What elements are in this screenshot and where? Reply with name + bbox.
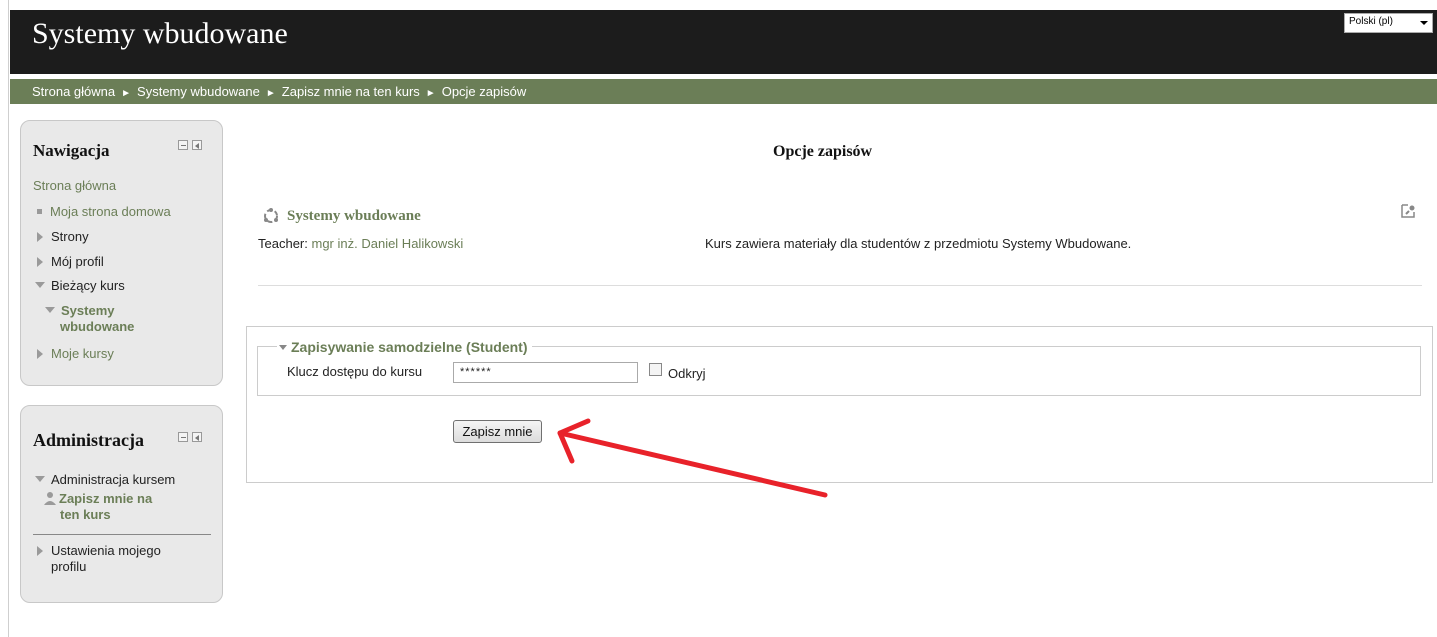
course-teacher: Teacher: mgr inż. Daniel Halikowski — [258, 236, 463, 251]
dock-icon[interactable] — [192, 140, 202, 150]
expand-icon — [37, 257, 43, 267]
expand-icon — [37, 349, 43, 359]
reveal-label[interactable]: Odkryj — [668, 366, 706, 381]
navigation-block: Nawigacja Strona główna Moja strona domo… — [20, 120, 223, 386]
bullet-icon — [37, 209, 42, 214]
breadcrumb-separator: ► — [121, 88, 132, 99]
collapse-icon[interactable] — [178, 140, 188, 150]
enrol-key-label: Klucz dostępu do kursu — [287, 364, 423, 379]
dock-icon[interactable] — [192, 432, 202, 442]
breadcrumb-separator: ► — [265, 88, 276, 99]
collapse-icon[interactable] — [178, 432, 188, 442]
nav-item-current-course[interactable]: Bieżący kurs — [33, 278, 125, 294]
nav-item-label: Mój profil — [51, 254, 104, 269]
reveal-checkbox[interactable] — [649, 363, 662, 376]
navigation-block-title: Nawigacja — [33, 141, 110, 160]
collapse-arrow-icon — [45, 307, 55, 313]
course-name-link[interactable]: Systemy wbudowane — [287, 208, 421, 225]
user-icon — [44, 492, 56, 505]
expand-icon — [37, 546, 43, 556]
site-title[interactable]: Systemy wbudowane — [32, 17, 288, 51]
collapse-arrow-icon — [279, 345, 287, 350]
annotation-arrow — [557, 418, 828, 498]
breadcrumb-item-enrol[interactable]: Zapisz mnie na ten kurs — [282, 84, 420, 99]
nav-item-my-courses[interactable]: Moje kursy — [33, 346, 114, 362]
language-select[interactable]: Polski (pl) — [1344, 13, 1433, 33]
enrol-me-button[interactable]: Zapisz mnie — [453, 420, 542, 443]
teacher-label: Teacher: — [258, 236, 308, 251]
nav-item-course-line2[interactable]: wbudowane — [60, 319, 134, 335]
language-select-value: Polski (pl) — [1349, 16, 1393, 27]
breadcrumb-item-course[interactable]: Systemy wbudowane — [137, 84, 260, 99]
page-title: Opcje zapisów — [773, 143, 873, 160]
enrol-key-input[interactable]: ****** — [453, 362, 638, 383]
nav-item-label: Bieżący kurs — [51, 278, 125, 293]
nav-home-link[interactable]: Strona główna — [33, 178, 116, 194]
nav-item-label: Moja strona domowa — [50, 204, 171, 219]
admin-item-profile-settings[interactable]: Ustawienia mojego — [33, 543, 161, 559]
admin-item-label: Administracja kursem — [51, 472, 176, 487]
legend-label: Zapisywanie samodzielne (Student) — [291, 339, 528, 355]
chevron-down-icon — [1420, 21, 1428, 25]
block-divider — [33, 534, 211, 535]
breadcrumb-item-home[interactable]: Strona główna — [32, 84, 115, 99]
administration-block-title: Administracja — [33, 430, 144, 450]
admin-item-label: Ustawienia mojego — [51, 543, 161, 558]
page-header: Systemy wbudowane Polski (pl) — [10, 10, 1437, 74]
nav-item-label: Strony — [51, 229, 89, 244]
course-summary: Kurs zawiera materiały dla studentów z p… — [705, 236, 1132, 251]
collapse-arrow-icon — [35, 476, 45, 482]
content-divider — [258, 285, 1422, 286]
nav-item-label: Moje kursy — [51, 346, 114, 361]
nav-item-course[interactable]: Systemy — [43, 303, 114, 319]
collapse-arrow-icon — [35, 282, 45, 288]
nav-item-pages[interactable]: Strony — [33, 229, 89, 245]
admin-item-enrol-me-line2[interactable]: ten kurs — [60, 507, 111, 523]
teacher-link[interactable]: mgr inż. Daniel Halikowski — [312, 236, 464, 251]
nav-item-my-profile[interactable]: Mój profil — [33, 254, 104, 270]
admin-item-enrol-me[interactable]: Zapisz mnie na — [43, 491, 152, 507]
breadcrumb-item-current: Opcje zapisów — [441, 84, 527, 99]
admin-item-course-admin[interactable]: Administracja kursem — [33, 472, 175, 488]
page-left-border — [8, 0, 9, 637]
breadcrumb-separator: ► — [425, 88, 436, 99]
edit-settings-icon[interactable] — [1400, 203, 1416, 219]
administration-block: Administracja Administracja kursem Zapis… — [20, 405, 223, 603]
fieldset-legend[interactable]: Zapisywanie samodzielne (Student) — [277, 339, 532, 355]
admin-item-profile-settings-line2[interactable]: profilu — [51, 559, 86, 575]
admin-item-label: Zapisz mnie na — [59, 491, 153, 506]
course-icon — [264, 208, 278, 223]
nav-item-label: Systemy — [61, 303, 115, 318]
nav-item-my-home[interactable]: Moja strona domowa — [33, 204, 171, 220]
breadcrumb: Strona główna ► Systemy wbudowane ► Zapisz m… — [10, 79, 1437, 104]
expand-icon — [37, 232, 43, 242]
